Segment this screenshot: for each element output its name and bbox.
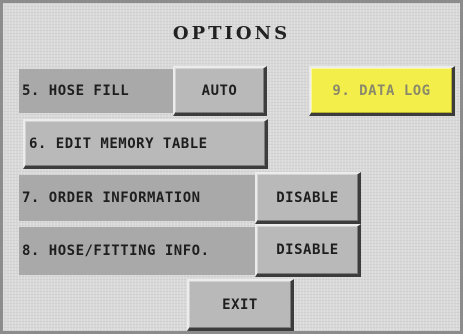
options-screen: OPTIONS 5. HOSE FILL AUTO 9. DATA LOG 6.… bbox=[0, 0, 463, 334]
data-log-button[interactable]: 9. DATA LOG bbox=[309, 66, 455, 116]
hose-fill-label: 5. HOSE FILL bbox=[19, 69, 179, 113]
order-information-button[interactable]: DISABLE bbox=[255, 172, 361, 224]
hose-fill-button[interactable]: AUTO bbox=[173, 66, 267, 116]
exit-button[interactable]: EXIT bbox=[187, 279, 294, 331]
hose-fitting-info-button[interactable]: DISABLE bbox=[255, 224, 361, 277]
order-information-label: 7. ORDER INFORMATION bbox=[19, 175, 263, 221]
edit-memory-table-button[interactable]: 6. EDIT MEMORY TABLE bbox=[23, 119, 268, 169]
hose-fitting-info-label: 8. HOSE/FITTING INFO. bbox=[19, 227, 263, 275]
page-title: OPTIONS bbox=[172, 23, 291, 44]
